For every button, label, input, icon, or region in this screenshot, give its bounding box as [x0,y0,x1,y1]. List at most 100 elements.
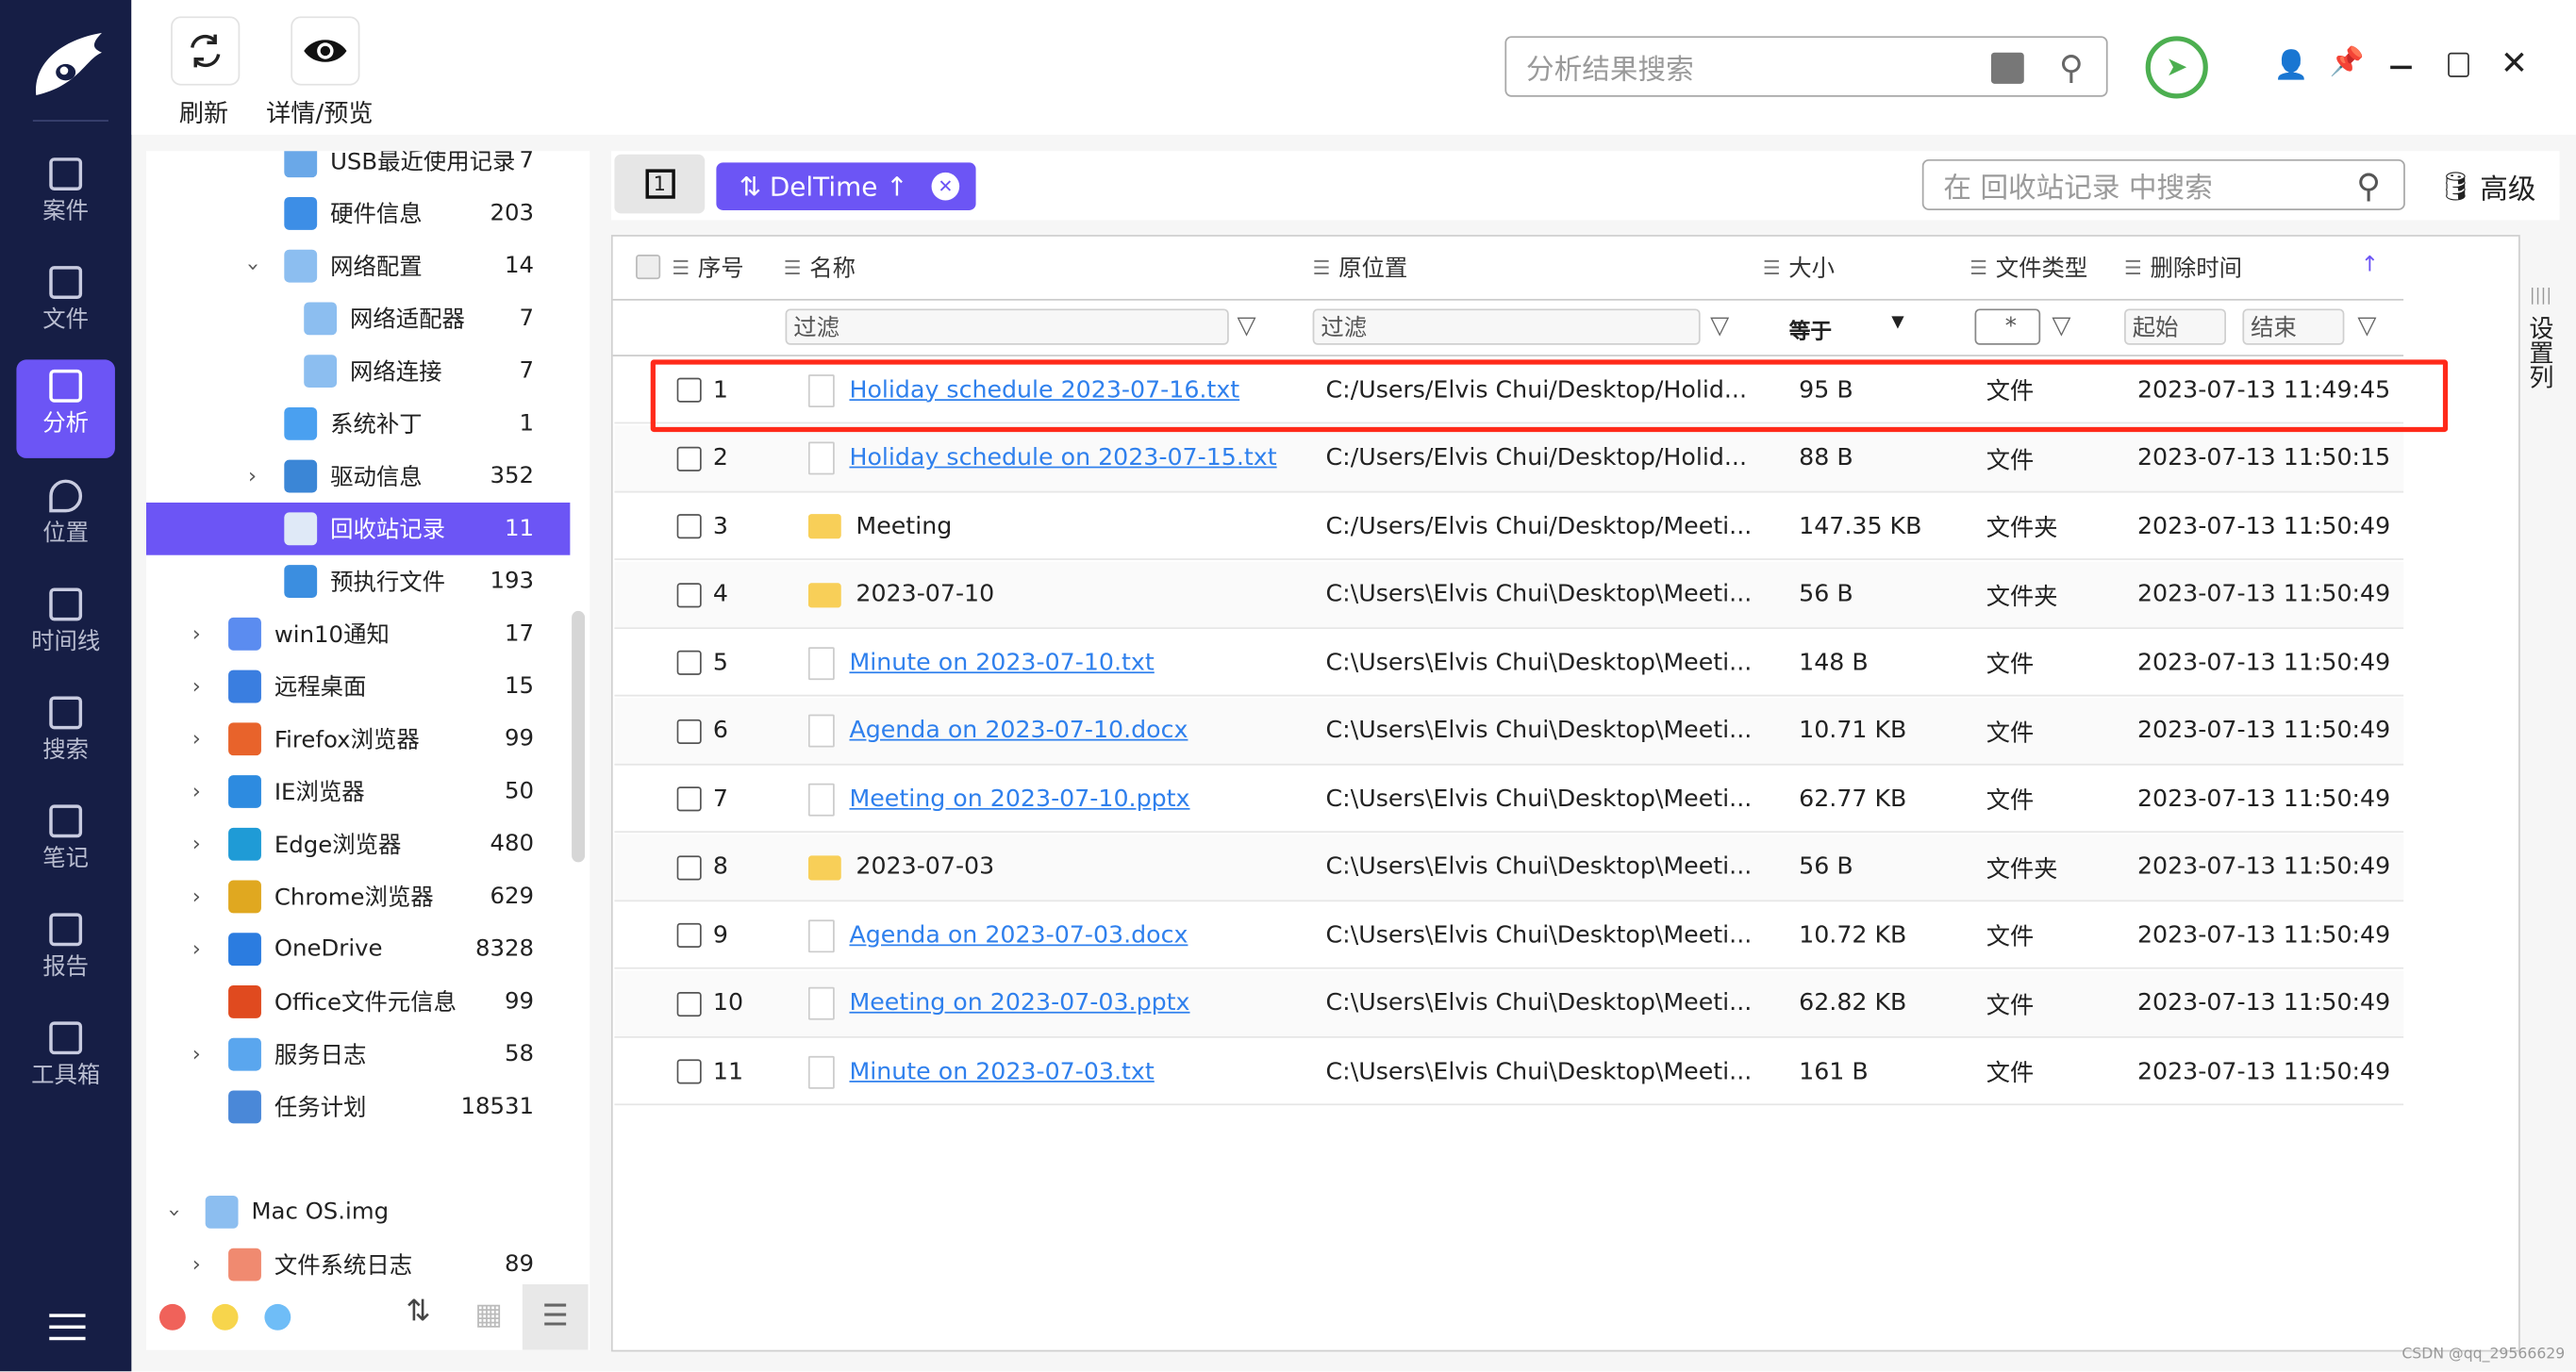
chevron-right-icon[interactable]: › [248,464,257,488]
list-view-icon[interactable]: ☰ [522,1284,589,1350]
row-checkbox[interactable] [676,991,702,1017]
tree-scrollbar[interactable] [572,610,586,863]
column-header-size[interactable]: ☰ 大小 [1763,237,1835,299]
tree-item[interactable]: › Edge浏览器 480 [146,818,570,870]
chevron-right-icon[interactable]: › [192,1042,201,1066]
file-name[interactable]: Agenda on 2023-07-10.docx [849,718,1188,744]
page-button[interactable]: 1 [614,154,706,214]
minimize-icon[interactable] [2390,65,2412,70]
color-tag-0[interactable] [158,1303,186,1331]
table-row[interactable]: 10 Meeting on 2023-07-03.pptx C:\Users\Elv… [614,969,2404,1037]
table-row[interactable]: 9 Agenda on 2023-07-03.docx C:\Users\Elvis… [614,901,2404,969]
status-ok-icon[interactable]: ➤ [2145,36,2208,99]
tree-item[interactable]: › 驱动信息 352 [146,450,570,503]
table-row[interactable]: 8 2023-07-03 C:\Users\Elvis Chui\Desktop\M… [614,833,2404,901]
grid-view-icon[interactable]: ▦ [474,1298,503,1332]
nav-item-5[interactable]: 搜索 [16,686,115,785]
column-header-type[interactable]: ☰ 文件类型 [1969,237,2087,299]
table-row[interactable]: 7 Meeting on 2023-07-10.pptx C:\Users\Elvi… [614,766,2404,834]
calendar-icon[interactable] [1990,52,2024,84]
row-checkbox[interactable] [676,786,702,812]
table-row[interactable]: 5 Minute on 2023-07-10.txt C:\Users\Elvis … [614,629,2404,697]
row-checkbox[interactable] [676,854,702,880]
table-row[interactable]: 3 Meeting C:/Users/Elvis Chui/Desktop/Meet… [614,493,2404,560]
file-name[interactable]: Holiday schedule on 2023-07-15.txt [849,445,1276,471]
filter-location-input[interactable]: 过滤 [1312,308,1701,345]
nav-item-6[interactable]: 笔记 [16,795,115,894]
file-name[interactable]: Meeting on 2023-07-10.pptx [849,785,1189,812]
tree-item[interactable]: › Mac OS.img [146,1186,570,1239]
tree-item[interactable]: › 网络配置 14 [146,240,570,292]
filter-name-input[interactable]: 过滤 [785,308,1229,345]
nav-item-8[interactable]: 工具箱 [16,1012,115,1111]
column-header-deleted[interactable]: ☰ 删除时间 [2124,237,2242,299]
tree-item[interactable]: 网络适配器 7 [146,292,570,345]
table-row[interactable]: 4 2023-07-10 C:\Users\Elvis Chui\Desktop\M… [614,560,2404,629]
chevron-right-icon[interactable]: › [192,832,201,856]
maximize-icon[interactable] [2448,52,2469,77]
tree-item[interactable]: 系统补丁 1 [146,397,570,450]
chevron-right-icon[interactable]: › [192,937,201,962]
nav-item-4[interactable]: 时间线 [16,578,115,677]
row-checkbox[interactable] [676,1059,702,1084]
tree-item[interactable]: › 远程桌面 15 [146,660,570,713]
row-checkbox[interactable] [676,582,702,607]
analysis-search-input[interactable]: 分析结果搜索 ⚲ [1504,36,2108,97]
select-all-checkbox[interactable] [636,254,661,280]
size-operator-select[interactable]: 等于 ▼ [1789,314,1904,345]
table-row[interactable]: 2 Holiday schedule on 2023-07-15.txt C:/Us… [614,424,2404,492]
chevron-right-icon[interactable]: › [192,1252,201,1277]
close-icon[interactable]: ✕ [2501,42,2528,82]
chevron-down-icon[interactable]: › [240,262,264,271]
row-checkbox[interactable] [676,445,702,471]
tree-item[interactable]: 硬件信息 203 [146,188,570,240]
tree-item[interactable]: › OneDrive 8328 [146,923,570,976]
nav-item-2[interactable]: 分析 [16,359,115,458]
tree-item[interactable]: 预执行文件 193 [146,555,570,608]
file-name[interactable]: Meeting on 2023-07-03.pptx [849,990,1189,1017]
color-tag-1[interactable] [211,1303,239,1331]
row-checkbox[interactable] [676,514,702,539]
sort-ascending-icon[interactable]: ↑ [2361,253,2379,277]
tree-item[interactable]: › Chrome浏览器 629 [146,870,570,923]
chevron-right-icon[interactable]: › [192,884,201,909]
sort-chip[interactable]: ⇅ DelTime ↑ ✕ [716,162,976,210]
filter-end-input[interactable]: 结束 [2242,308,2345,345]
chevron-right-icon[interactable]: › [192,727,201,752]
tree-item[interactable]: 网络连接 7 [146,345,570,398]
tree-item[interactable]: Office文件元信息 99 [146,976,570,1029]
table-row[interactable]: 11 Minute on 2023-07-03.txt C:\Users\Elvis… [614,1038,2404,1106]
filter-funnel-icon[interactable]: ▽ [2357,310,2376,339]
collapse-all-icon[interactable]: ⇅ [406,1294,430,1329]
menu-icon[interactable] [49,1314,86,1341]
chevron-right-icon[interactable]: › [192,674,201,699]
tree-item[interactable]: › Firefox浏览器 99 [146,713,570,766]
filter-funnel-icon[interactable]: ▽ [1710,310,1729,339]
table-row[interactable]: 6 Agenda on 2023-07-10.docx C:\Users\Elvis… [614,697,2404,765]
tree-item[interactable]: › 服务日志 58 [146,1028,570,1081]
row-checkbox[interactable] [676,718,702,744]
row-checkbox[interactable] [676,922,702,948]
chevron-down-icon[interactable]: › [161,1208,186,1216]
column-header-seq[interactable]: ☰ 序号 [672,237,743,299]
filter-funnel-icon[interactable]: ▽ [2052,310,2070,339]
nav-item-1[interactable]: 文件 [16,256,115,355]
chevron-right-icon[interactable]: › [192,621,201,646]
nav-item-0[interactable]: 案件 [16,148,115,247]
remove-sort-icon[interactable]: ✕ [931,172,960,201]
file-name[interactable]: Minute on 2023-07-03.txt [849,1059,1154,1085]
search-icon[interactable]: ⚲ [2059,48,2084,88]
filter-type-input[interactable]: * [1974,308,2041,345]
search-icon[interactable]: ⚲ [2356,166,2381,206]
row-checkbox[interactable] [676,650,702,675]
column-settings-button[interactable]: |||| 设置列 [2522,283,2560,447]
filter-start-input[interactable]: 起始 [2124,308,2227,345]
tree-item[interactable]: 任务计划 18531 [146,1081,570,1133]
refresh-button[interactable] [171,16,241,86]
nav-item-7[interactable]: 报告 [16,903,115,1002]
file-name[interactable]: Minute on 2023-07-10.txt [849,650,1154,676]
tree-item[interactable]: › win10通知 17 [146,607,570,660]
file-name[interactable]: Agenda on 2023-07-03.docx [849,922,1188,949]
color-tag-2[interactable] [264,1303,291,1331]
table-search-input[interactable]: 在 回收站记录 中搜索 ⚲ [1921,158,2405,210]
